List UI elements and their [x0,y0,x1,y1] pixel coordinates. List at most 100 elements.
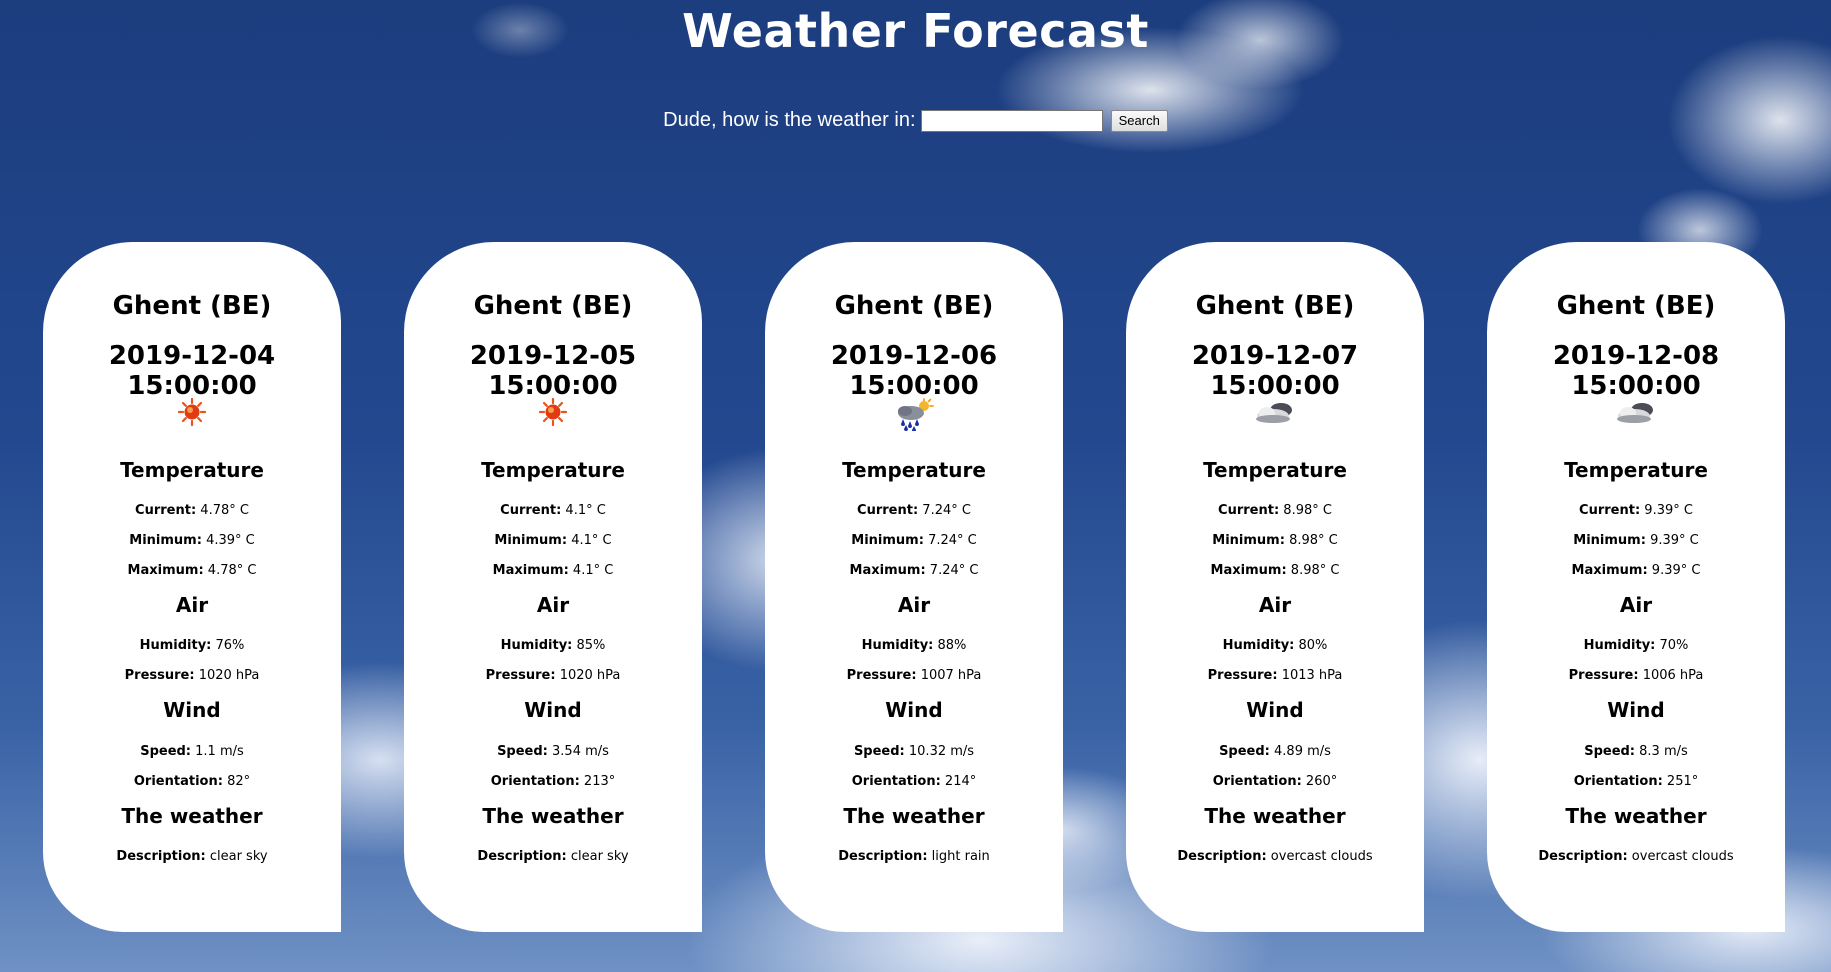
pressure-row: Pressure: 1013 hPa [1126,668,1424,683]
description-label: Description: [1177,849,1267,864]
search-bar: Dude, how is the weather in: Search [0,109,1831,132]
maximum-row: Maximum: 8.98° C [1126,563,1424,578]
current-label: Current: [857,503,919,518]
forecast-card: Ghent (BE) 2019-12-05 15:00:00 Temperature… [404,242,702,932]
pressure-value: 1020 hPa [559,668,621,683]
forecast-date: 2019-12-08 15:00:00 [1552,341,1720,401]
speed-row: Speed: 1.1 m/s [43,744,341,759]
temperature-heading: Temperature [842,458,986,482]
current-value: 8.98° C [1283,503,1332,518]
air-heading: Air [1619,593,1653,617]
forecast-cards: Ghent (BE) 2019-12-04 15:00:00 Temperature… [0,242,1831,932]
pressure-value: 1007 hPa [920,668,982,683]
temperature-heading: Temperature [1564,458,1708,482]
description-row: Description: clear sky [404,849,702,864]
maximum-value: 4.1° C [572,563,614,578]
orientation-label: Orientation: [490,774,580,789]
humidity-value: 76% [215,638,245,653]
speed-value: 1.1 m/s [195,744,244,759]
temperature-heading: Temperature [120,458,264,482]
air-heading: Air [897,593,931,617]
search-input[interactable] [921,109,1104,132]
humidity-value: 70% [1659,638,1689,653]
maximum-row: Maximum: 9.39° C [1487,563,1785,578]
minimum-row: Minimum: 8.98° C [1126,533,1424,548]
sun-icon [43,397,341,437]
current-row: Current: 9.39° C [1487,503,1785,518]
current-label: Current: [1218,503,1280,518]
orientation-row: Orientation: 260° [1126,774,1424,789]
search-label: Dude, how is the weather in: [663,109,916,131]
sun-icon [404,397,702,437]
description-value: clear sky [570,849,629,864]
minimum-row: Minimum: 4.1° C [404,533,702,548]
humidity-row: Humidity: 88% [765,638,1063,653]
current-label: Current: [500,503,562,518]
minimum-label: Minimum: [494,533,568,548]
maximum-label: Maximum: [1571,563,1648,578]
minimum-row: Minimum: 7.24° C [765,533,1063,548]
rain-sun-icon [765,397,1063,437]
description-row: Description: clear sky [43,849,341,864]
maximum-row: Maximum: 4.78° C [43,563,341,578]
city-name: Ghent (BE) [1195,291,1355,321]
pressure-label: Pressure: [485,668,556,683]
page-title: Weather Forecast [682,4,1149,58]
pressure-row: Pressure: 1020 hPa [404,668,702,683]
speed-row: Speed: 10.32 m/s [765,744,1063,759]
city-name: Ghent (BE) [834,291,994,321]
current-row: Current: 8.98° C [1126,503,1424,518]
humidity-value: 85% [576,638,606,653]
minimum-row: Minimum: 4.39° C [43,533,341,548]
minimum-value: 4.1° C [571,533,612,548]
humidity-row: Humidity: 76% [43,638,341,653]
speed-value: 3.54 m/s [552,744,609,759]
search-button[interactable]: Search [1110,109,1168,132]
humidity-label: Humidity: [139,638,212,653]
humidity-row: Humidity: 80% [1126,638,1424,653]
maximum-label: Maximum: [849,563,926,578]
description-row: Description: overcast clouds [1487,849,1785,864]
description-value: overcast clouds [1631,849,1734,864]
weather-heading: The weather [843,804,985,828]
forecast-date: 2019-12-07 15:00:00 [1191,341,1359,401]
description-label: Description: [838,849,928,864]
maximum-row: Maximum: 7.24° C [765,563,1063,578]
current-value: 7.24° C [922,503,971,518]
air-heading: Air [1258,593,1292,617]
maximum-label: Maximum: [492,563,569,578]
maximum-value: 7.24° C [929,563,979,578]
speed-label: Speed: [853,744,905,759]
humidity-label: Humidity: [500,638,573,653]
humidity-label: Humidity: [1222,638,1295,653]
orientation-value: 214° [944,774,977,789]
description-row: Description: light rain [765,849,1063,864]
speed-row: Speed: 8.3 m/s [1487,744,1785,759]
description-value: overcast clouds [1270,849,1373,864]
minimum-value: 9.39° C [1650,533,1699,548]
current-row: Current: 4.1° C [404,503,702,518]
speed-value: 4.89 m/s [1274,744,1331,759]
minimum-value: 7.24° C [928,533,977,548]
pressure-row: Pressure: 1020 hPa [43,668,341,683]
wind-heading: Wind [1607,698,1665,722]
temperature-heading: Temperature [481,458,625,482]
wind-heading: Wind [524,698,582,722]
orientation-row: Orientation: 82° [43,774,341,789]
cloud-icon [1126,397,1424,437]
city-name: Ghent (BE) [473,291,633,321]
forecast-date: 2019-12-06 15:00:00 [830,341,998,401]
speed-row: Speed: 4.89 m/s [1126,744,1424,759]
minimum-value: 4.39° C [206,533,255,548]
current-label: Current: [1579,503,1641,518]
weather-heading: The weather [121,804,263,828]
minimum-row: Minimum: 9.39° C [1487,533,1785,548]
maximum-label: Maximum: [1210,563,1287,578]
maximum-value: 8.98° C [1290,563,1340,578]
speed-row: Speed: 3.54 m/s [404,744,702,759]
orientation-label: Orientation: [1573,774,1663,789]
current-label: Current: [135,503,197,518]
description-label: Description: [116,849,206,864]
pressure-value: 1013 hPa [1281,668,1343,683]
minimum-label: Minimum: [1212,533,1285,548]
